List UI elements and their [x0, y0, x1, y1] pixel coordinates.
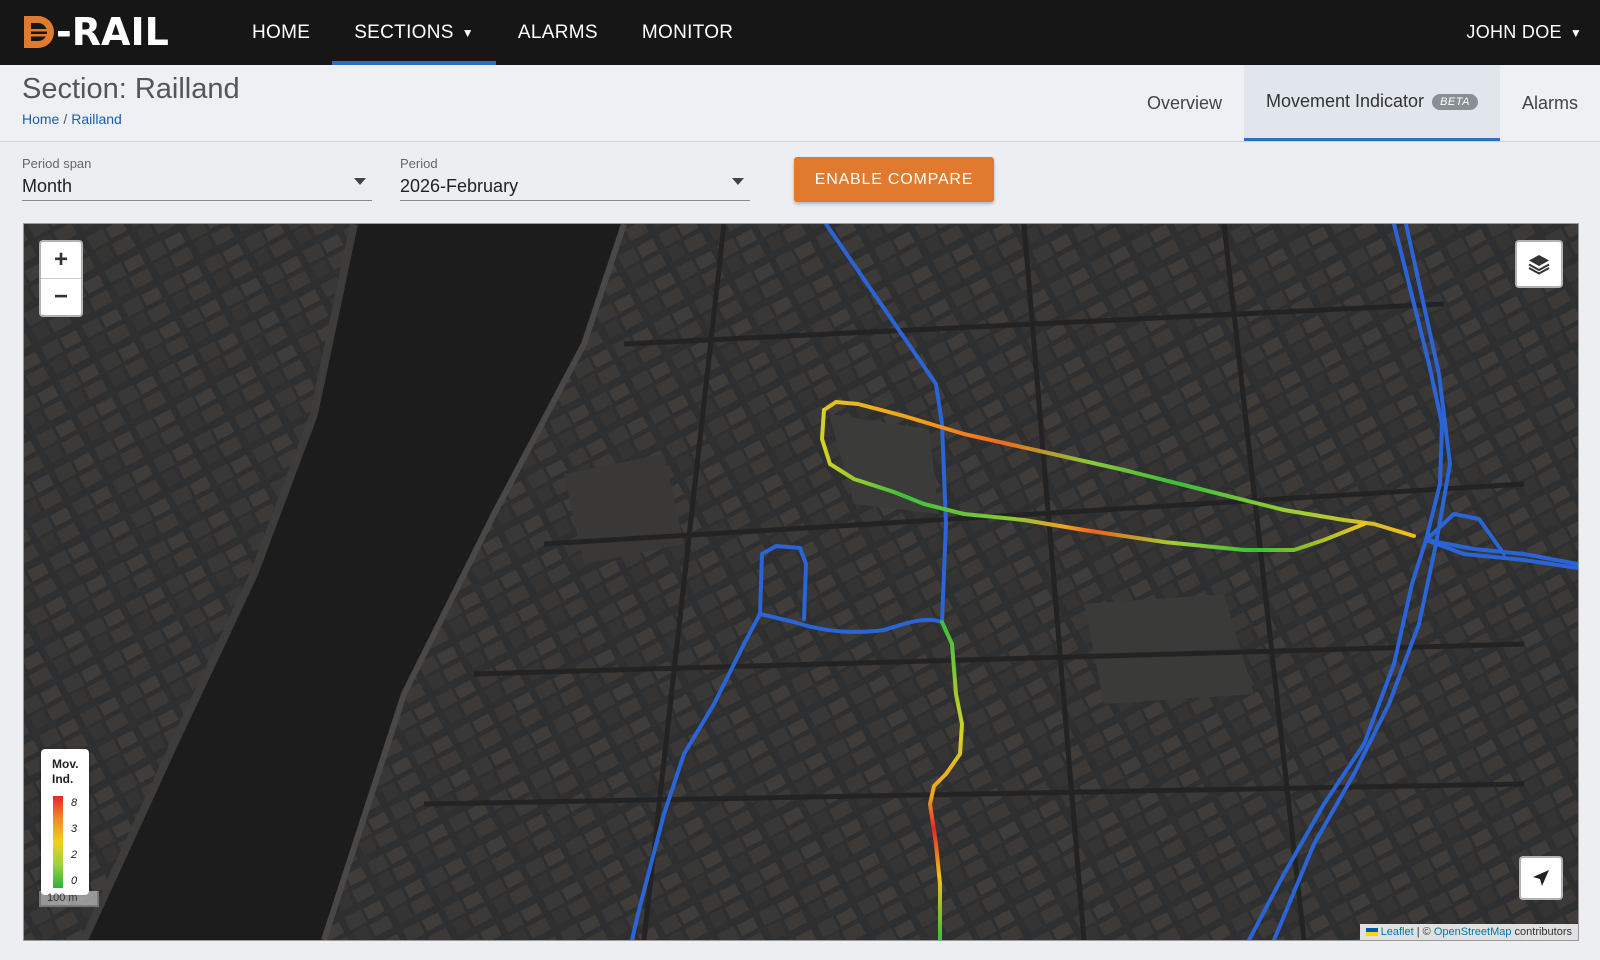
- legend-tick: 8: [71, 797, 78, 809]
- caret-down-icon: ▼: [1569, 25, 1582, 40]
- zoom-out-button[interactable]: −: [41, 278, 81, 315]
- layers-button[interactable]: [1515, 240, 1563, 288]
- map-view[interactable]: + − Mov. Ind. 8 3 2 0 100 m Leaflet | © O…: [23, 223, 1579, 941]
- top-navbar: -RAIL HOME SECTIONS ▼ ALARMS MONITOR JOHN…: [0, 0, 1600, 65]
- d-rail-logo[interactable]: -RAIL: [22, 10, 169, 54]
- period-label: Period: [400, 156, 438, 171]
- caret-down-icon: ▼: [461, 25, 474, 40]
- zoom-control: + −: [39, 240, 83, 317]
- user-menu[interactable]: JOHN DOE ▼: [1466, 0, 1582, 65]
- map-scale: 100 m: [39, 891, 99, 907]
- period-value: 2026-February: [400, 176, 519, 196]
- tab-alarms[interactable]: Alarms: [1500, 65, 1600, 141]
- locate-button[interactable]: [1519, 856, 1563, 900]
- nav-alarms[interactable]: ALARMS: [496, 0, 620, 65]
- nav-monitor[interactable]: MONITOR: [620, 0, 755, 65]
- ukraine-flag-icon: [1365, 928, 1378, 937]
- period-select[interactable]: Period 2026-February: [400, 156, 750, 201]
- navigation-arrow-icon: [1533, 870, 1549, 886]
- dropdown-arrow-icon: [354, 178, 366, 185]
- map-tiles: [24, 224, 1578, 940]
- breadcrumb: Home / Railland: [22, 111, 122, 127]
- nav-sections-label: SECTIONS: [354, 21, 454, 43]
- legend-tick: 3: [71, 823, 78, 835]
- zoom-in-button[interactable]: +: [41, 242, 81, 278]
- tab-movement-indicator-label: Movement Indicator: [1265, 91, 1425, 111]
- legend-title: Mov. Ind.: [52, 757, 78, 787]
- dropdown-arrow-icon: [732, 178, 744, 185]
- nav-monitor-label: MONITOR: [641, 21, 734, 43]
- legend-title-line2: Ind.: [52, 772, 74, 786]
- nav-home-label: HOME: [252, 21, 311, 43]
- page-header: Section: Railland Home / Railland Overview…: [0, 65, 1600, 142]
- breadcrumb-current[interactable]: Railland: [71, 111, 122, 127]
- period-span-label: Period span: [22, 156, 92, 171]
- breadcrumb-home[interactable]: Home: [22, 111, 59, 127]
- nav-sections[interactable]: SECTIONS ▼: [332, 0, 496, 65]
- legend-title-line1: Mov.: [52, 757, 79, 771]
- nav-alarms-label: ALARMS: [517, 21, 598, 43]
- legend-tick: 0: [71, 875, 78, 887]
- leaflet-link[interactable]: Leaflet: [1381, 926, 1414, 938]
- page-title: Section: Railland: [22, 73, 240, 105]
- attribution-suffix: contributors: [1511, 926, 1572, 938]
- legend-color-scale: [53, 796, 63, 888]
- attribution-separator: | ©: [1413, 926, 1434, 938]
- user-name: JOHN DOE: [1466, 22, 1562, 42]
- tab-overview[interactable]: Overview: [1125, 65, 1244, 141]
- legend-tick: 2: [71, 849, 78, 861]
- enable-compare-button[interactable]: ENABLE COMPARE: [794, 157, 994, 202]
- tab-overview-label: Overview: [1146, 92, 1222, 113]
- period-span-value: Month: [22, 176, 73, 196]
- main-nav: HOME SECTIONS ▼ ALARMS MONITOR: [230, 0, 755, 65]
- tab-alarms-label: Alarms: [1521, 92, 1578, 113]
- nav-home[interactable]: HOME: [230, 0, 332, 65]
- beta-badge: BETA: [1432, 93, 1478, 110]
- section-tabs: Overview Movement Indicator BETA Alarms: [1125, 65, 1600, 141]
- breadcrumb-separator: /: [63, 111, 68, 127]
- period-span-select[interactable]: Period span Month: [22, 156, 372, 201]
- filter-bar: Period span Month Period 2026-February E…: [0, 142, 1600, 220]
- layers-icon: [1528, 255, 1550, 275]
- map-attribution: Leaflet | © OpenStreetMap contributors: [1359, 924, 1578, 940]
- logo-mark-icon: [24, 16, 54, 48]
- logo-text: -RAIL: [56, 10, 169, 54]
- tab-movement-indicator[interactable]: Movement Indicator BETA: [1243, 65, 1500, 141]
- movement-legend: Mov. Ind. 8 3 2 0: [41, 749, 89, 895]
- openstreetmap-link[interactable]: OpenStreetMap: [1434, 926, 1512, 938]
